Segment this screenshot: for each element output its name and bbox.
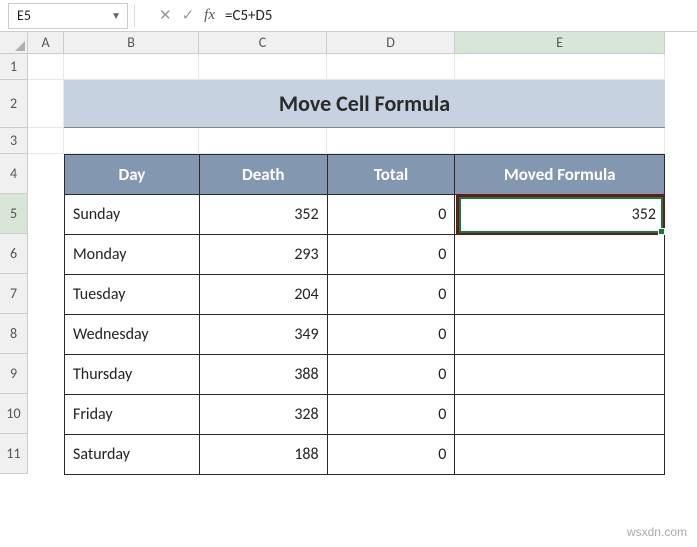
- row-header-11[interactable]: 11: [0, 434, 28, 474]
- cell-total[interactable]: 0: [327, 315, 455, 355]
- cell-C1[interactable]: [199, 54, 327, 80]
- title-text: Move Cell Formula: [279, 90, 450, 117]
- row-header-6[interactable]: 6: [0, 234, 28, 274]
- cell-day[interactable]: Friday: [65, 395, 200, 435]
- table-row: Tuesday 204 0: [65, 275, 665, 315]
- fx-icon[interactable]: fx: [204, 7, 215, 24]
- cell-B3[interactable]: [64, 128, 199, 154]
- row-header-5[interactable]: 5: [0, 194, 28, 234]
- cell-day[interactable]: Saturday: [65, 435, 200, 475]
- col-header-D[interactable]: D: [327, 32, 455, 54]
- col-header-B[interactable]: B: [64, 32, 199, 54]
- cell-death[interactable]: 328: [199, 395, 327, 435]
- row-header-2[interactable]: 2: [0, 80, 28, 128]
- col-header-E[interactable]: E: [455, 32, 665, 54]
- header-day[interactable]: Day: [65, 155, 200, 195]
- col-header-C[interactable]: C: [199, 32, 327, 54]
- cell-death[interactable]: 293: [199, 235, 327, 275]
- confirm-icon[interactable]: ✓: [182, 6, 195, 25]
- formula-bar: E5 ▼ ✕ ✓ fx =C5+D5: [0, 0, 697, 32]
- cell-total[interactable]: 0: [327, 275, 455, 315]
- row-header-7[interactable]: 7: [0, 274, 28, 314]
- cell-A1[interactable]: [28, 54, 64, 80]
- cancel-icon[interactable]: ✕: [159, 6, 172, 25]
- cell-total[interactable]: 0: [327, 195, 455, 235]
- cell-death[interactable]: 204: [199, 275, 327, 315]
- cell-day[interactable]: Monday: [65, 235, 200, 275]
- cell-total[interactable]: 0: [327, 355, 455, 395]
- cell-moved[interactable]: [455, 395, 665, 435]
- cell-E1[interactable]: [455, 54, 665, 80]
- cell-moved[interactable]: [455, 315, 665, 355]
- cell-A2[interactable]: [28, 80, 64, 128]
- cell-moved[interactable]: [455, 235, 665, 275]
- row-header-1[interactable]: 1: [0, 54, 28, 80]
- table-row: Friday 328 0: [65, 395, 665, 435]
- divider: [134, 5, 135, 27]
- row-header-8[interactable]: 8: [0, 314, 28, 354]
- cell-moved[interactable]: [455, 355, 665, 395]
- table-header-row: Day Death Total Moved Formula: [65, 155, 665, 195]
- select-all-corner[interactable]: [0, 32, 28, 54]
- table-row: Thursday 388 0: [65, 355, 665, 395]
- row-header-9[interactable]: 9: [0, 354, 28, 394]
- row-headers: 1 2 3 4 5 6 7 8 9 10 11: [0, 54, 28, 474]
- table-row: Monday 293 0: [65, 235, 665, 275]
- row-header-3[interactable]: 3: [0, 128, 28, 154]
- cell-day[interactable]: Thursday: [65, 355, 200, 395]
- cell-day[interactable]: Tuesday: [65, 275, 200, 315]
- row-header-10[interactable]: 10: [0, 394, 28, 434]
- cell-moved[interactable]: [455, 435, 665, 475]
- cell-B1[interactable]: [64, 54, 199, 80]
- cell-A3[interactable]: [28, 128, 64, 154]
- table-row: Saturday 188 0: [65, 435, 665, 475]
- cell-total[interactable]: 0: [327, 235, 455, 275]
- cell-death[interactable]: 352: [199, 195, 327, 235]
- table-row: Sunday 352 0 352: [65, 195, 665, 235]
- cell-total[interactable]: 0: [327, 435, 455, 475]
- name-box-value: E5: [17, 7, 31, 24]
- cell-day[interactable]: Sunday: [65, 195, 200, 235]
- row-header-4[interactable]: 4: [0, 154, 28, 194]
- header-moved[interactable]: Moved Formula: [455, 155, 665, 195]
- col-header-A[interactable]: A: [28, 32, 64, 54]
- cell-death[interactable]: 388: [199, 355, 327, 395]
- cell-D3[interactable]: [327, 128, 455, 154]
- cell-death[interactable]: 349: [199, 315, 327, 355]
- cell-moved[interactable]: [455, 275, 665, 315]
- cell-total[interactable]: 0: [327, 395, 455, 435]
- cell-E3[interactable]: [455, 128, 665, 154]
- table-row: Wednesday 349 0: [65, 315, 665, 355]
- cell-day[interactable]: Wednesday: [65, 315, 200, 355]
- cell-D1[interactable]: [327, 54, 455, 80]
- cell-death[interactable]: 188: [199, 435, 327, 475]
- cell-moved[interactable]: 352: [455, 195, 665, 235]
- formula-bar-icons: ✕ ✓ fx: [159, 6, 215, 25]
- cell-C3[interactable]: [199, 128, 327, 154]
- watermark: wsxdn.com: [627, 525, 687, 539]
- formula-input[interactable]: =C5+D5: [215, 7, 697, 25]
- header-total[interactable]: Total: [327, 155, 455, 195]
- worksheet[interactable]: Move Cell Formula Day Death Total Moved …: [28, 54, 665, 474]
- chevron-down-icon[interactable]: ▼: [111, 9, 121, 22]
- column-header-row: A B C D E: [0, 32, 697, 54]
- header-death[interactable]: Death: [199, 155, 327, 195]
- data-table: Day Death Total Moved Formula Sunday 352…: [64, 154, 665, 475]
- name-box[interactable]: E5 ▼: [8, 3, 128, 29]
